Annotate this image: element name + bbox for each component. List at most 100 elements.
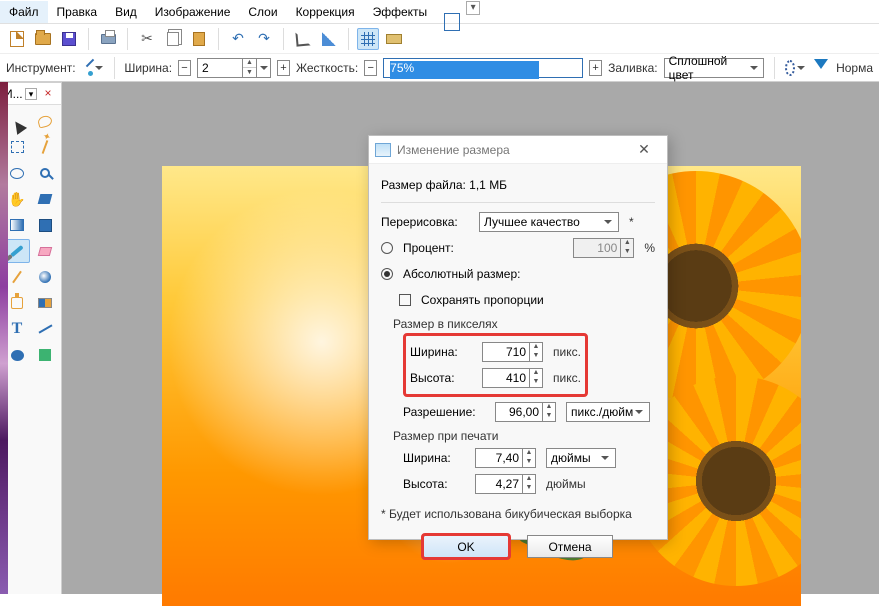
chevron-down-icon[interactable]: [260, 63, 270, 73]
menu-edit[interactable]: Правка: [48, 1, 107, 23]
tool-color-pick[interactable]: [32, 213, 58, 237]
dialog-icon: [375, 143, 391, 157]
keep-aspect-checkbox[interactable]: [399, 294, 411, 306]
px-width-input[interactable]: [483, 343, 529, 361]
spinner-down[interactable]: ▼: [243, 68, 256, 77]
blend-mode-label: Норма: [836, 61, 873, 75]
close-panel-button[interactable]: ×: [39, 86, 57, 102]
tool-eraser[interactable]: [32, 239, 58, 263]
cancel-button[interactable]: Отмена: [527, 535, 613, 558]
resize-icon: [322, 32, 336, 46]
tool-line[interactable]: [32, 317, 58, 341]
spinner-up[interactable]: ▲: [243, 59, 256, 69]
current-tool-icon-button[interactable]: [82, 57, 104, 79]
px-height-input[interactable]: [483, 369, 529, 387]
px-height-spinner[interactable]: ▲▼: [482, 368, 543, 388]
separator: [774, 57, 775, 79]
print-height-input[interactable]: [476, 475, 522, 493]
px-width-spinner[interactable]: ▲▼: [482, 342, 543, 362]
tool-shape-rect[interactable]: [32, 343, 58, 367]
fill-type-select[interactable]: Сплошной цвет: [664, 58, 764, 78]
tool-wand[interactable]: [32, 135, 58, 159]
px-height-suffix: пикс.: [553, 371, 581, 385]
fill-type-value: Сплошной цвет: [669, 54, 748, 82]
menu-image[interactable]: Изображение: [146, 1, 240, 23]
print-width-input[interactable]: [476, 449, 522, 467]
spinner-down[interactable]: ▼: [530, 352, 542, 361]
resample-label: Перерисовка:: [381, 215, 473, 229]
spinner-down[interactable]: ▼: [543, 412, 555, 421]
ok-button[interactable]: OK: [423, 535, 509, 558]
tool-eyedropper[interactable]: [32, 265, 58, 289]
spinner-up[interactable]: ▲: [530, 369, 542, 378]
dialog-close-button[interactable]: ✕: [627, 141, 661, 158]
ruler-toggle[interactable]: [383, 28, 405, 50]
settings-button[interactable]: [784, 57, 806, 79]
resolution-unit-select[interactable]: пикс./дюйм: [566, 402, 650, 422]
menu-effects[interactable]: Эффекты: [364, 1, 437, 23]
print-button[interactable]: [97, 28, 119, 50]
separator: [88, 28, 89, 50]
filter-button[interactable]: [812, 57, 830, 79]
spinner-down[interactable]: ▼: [530, 378, 542, 387]
menu-adjust[interactable]: Коррекция: [287, 1, 364, 23]
open-button[interactable]: [32, 28, 54, 50]
crop-button[interactable]: [292, 28, 314, 50]
width-decrease-button[interactable]: −: [178, 60, 191, 76]
grid-toggle[interactable]: [357, 28, 379, 50]
folder-icon: [35, 33, 51, 45]
menu-view[interactable]: Вид: [106, 1, 146, 23]
print-height-unit: дюймы: [546, 477, 586, 491]
tool-zoom[interactable]: [32, 161, 58, 185]
hardness-increase-button[interactable]: +: [589, 60, 602, 76]
width-increase-button[interactable]: +: [277, 60, 290, 76]
pin-button[interactable]: ▾: [25, 88, 37, 100]
print-width-spinner[interactable]: ▲▼: [475, 448, 536, 468]
paste-button[interactable]: [188, 28, 210, 50]
percent-radio[interactable]: [381, 242, 393, 254]
document-thumbnail[interactable]: [444, 13, 460, 31]
menu-file[interactable]: Файл: [0, 1, 48, 23]
save-button[interactable]: [58, 28, 80, 50]
separator: [283, 28, 284, 50]
redo-button[interactable]: ↷: [253, 28, 275, 50]
tools-panel-header: И... ▾ ×: [0, 83, 61, 105]
menu-layers[interactable]: Слои: [239, 1, 286, 23]
hardness-decrease-button[interactable]: −: [364, 60, 377, 76]
resolution-spinner[interactable]: ▲▼: [495, 402, 556, 422]
print-height-spinner[interactable]: ▲▼: [475, 474, 536, 494]
undo-icon: ↶: [232, 30, 244, 47]
spinner-down[interactable]: ▼: [523, 458, 535, 467]
tool-recolor[interactable]: [32, 291, 58, 315]
tool-lasso[interactable]: [32, 109, 58, 133]
px-height-label: Высота:: [410, 371, 476, 385]
dialog-titlebar[interactable]: Изменение размера ✕: [369, 136, 667, 164]
copy-button[interactable]: [162, 28, 184, 50]
line-icon: [38, 324, 52, 333]
absolute-radio[interactable]: [381, 268, 393, 280]
spinner-up[interactable]: ▲: [523, 449, 535, 458]
cut-button[interactable]: ✂: [136, 28, 158, 50]
hardness-value: 75%: [390, 61, 414, 75]
print-height-label: Высота:: [403, 477, 469, 491]
crop-icon: [295, 31, 310, 46]
spinner-down[interactable]: ▼: [523, 484, 535, 493]
hardness-slider[interactable]: 75%: [383, 58, 583, 78]
resize-button[interactable]: [318, 28, 340, 50]
separator: [218, 28, 219, 50]
tool-fill[interactable]: [32, 187, 58, 211]
thumbnail-menu-button[interactable]: ▾: [466, 1, 480, 15]
brush-width-spinner[interactable]: ▲▼: [197, 58, 271, 78]
resolution-input[interactable]: [496, 403, 542, 421]
new-file-button[interactable]: [6, 28, 28, 50]
print-unit-select[interactable]: дюймы: [546, 448, 616, 468]
pixel-size-group-title: Размер в пикселях: [393, 317, 655, 331]
resample-select[interactable]: Лучшее качество: [479, 212, 619, 232]
fill-label: Заливка:: [608, 61, 658, 75]
spinner-up[interactable]: ▲: [530, 343, 542, 352]
spinner-up[interactable]: ▲: [543, 403, 555, 412]
undo-button[interactable]: ↶: [227, 28, 249, 50]
spinner-up[interactable]: ▲: [523, 475, 535, 484]
text-icon: T: [12, 320, 23, 338]
brush-width-input[interactable]: [198, 59, 242, 77]
